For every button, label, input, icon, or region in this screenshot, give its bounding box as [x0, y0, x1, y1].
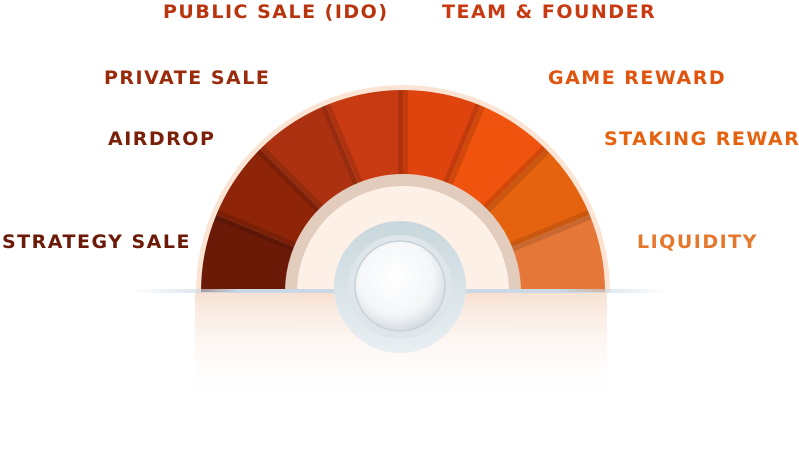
- label-staking-reward: STAKING REWARD: [604, 128, 799, 150]
- label-public-sale: PUBLIC SALE (IDO): [163, 1, 389, 23]
- label-liquidity: LIQUIDITY: [637, 231, 758, 253]
- label-strategy-sale: STRATEGY SALE: [2, 231, 191, 253]
- label-game-reward: GAME REWARD: [548, 67, 727, 89]
- knob-button: [354, 240, 446, 332]
- label-private-sale: PRIVATE SALE: [104, 67, 271, 89]
- label-airdrop: AIRDROP: [108, 128, 216, 150]
- label-team-founder: TEAM & FOUNDER: [442, 1, 657, 23]
- tokenomics-diagram: STRATEGY SALE AIRDROP PRIVATE SALE PUBLI…: [0, 0, 799, 470]
